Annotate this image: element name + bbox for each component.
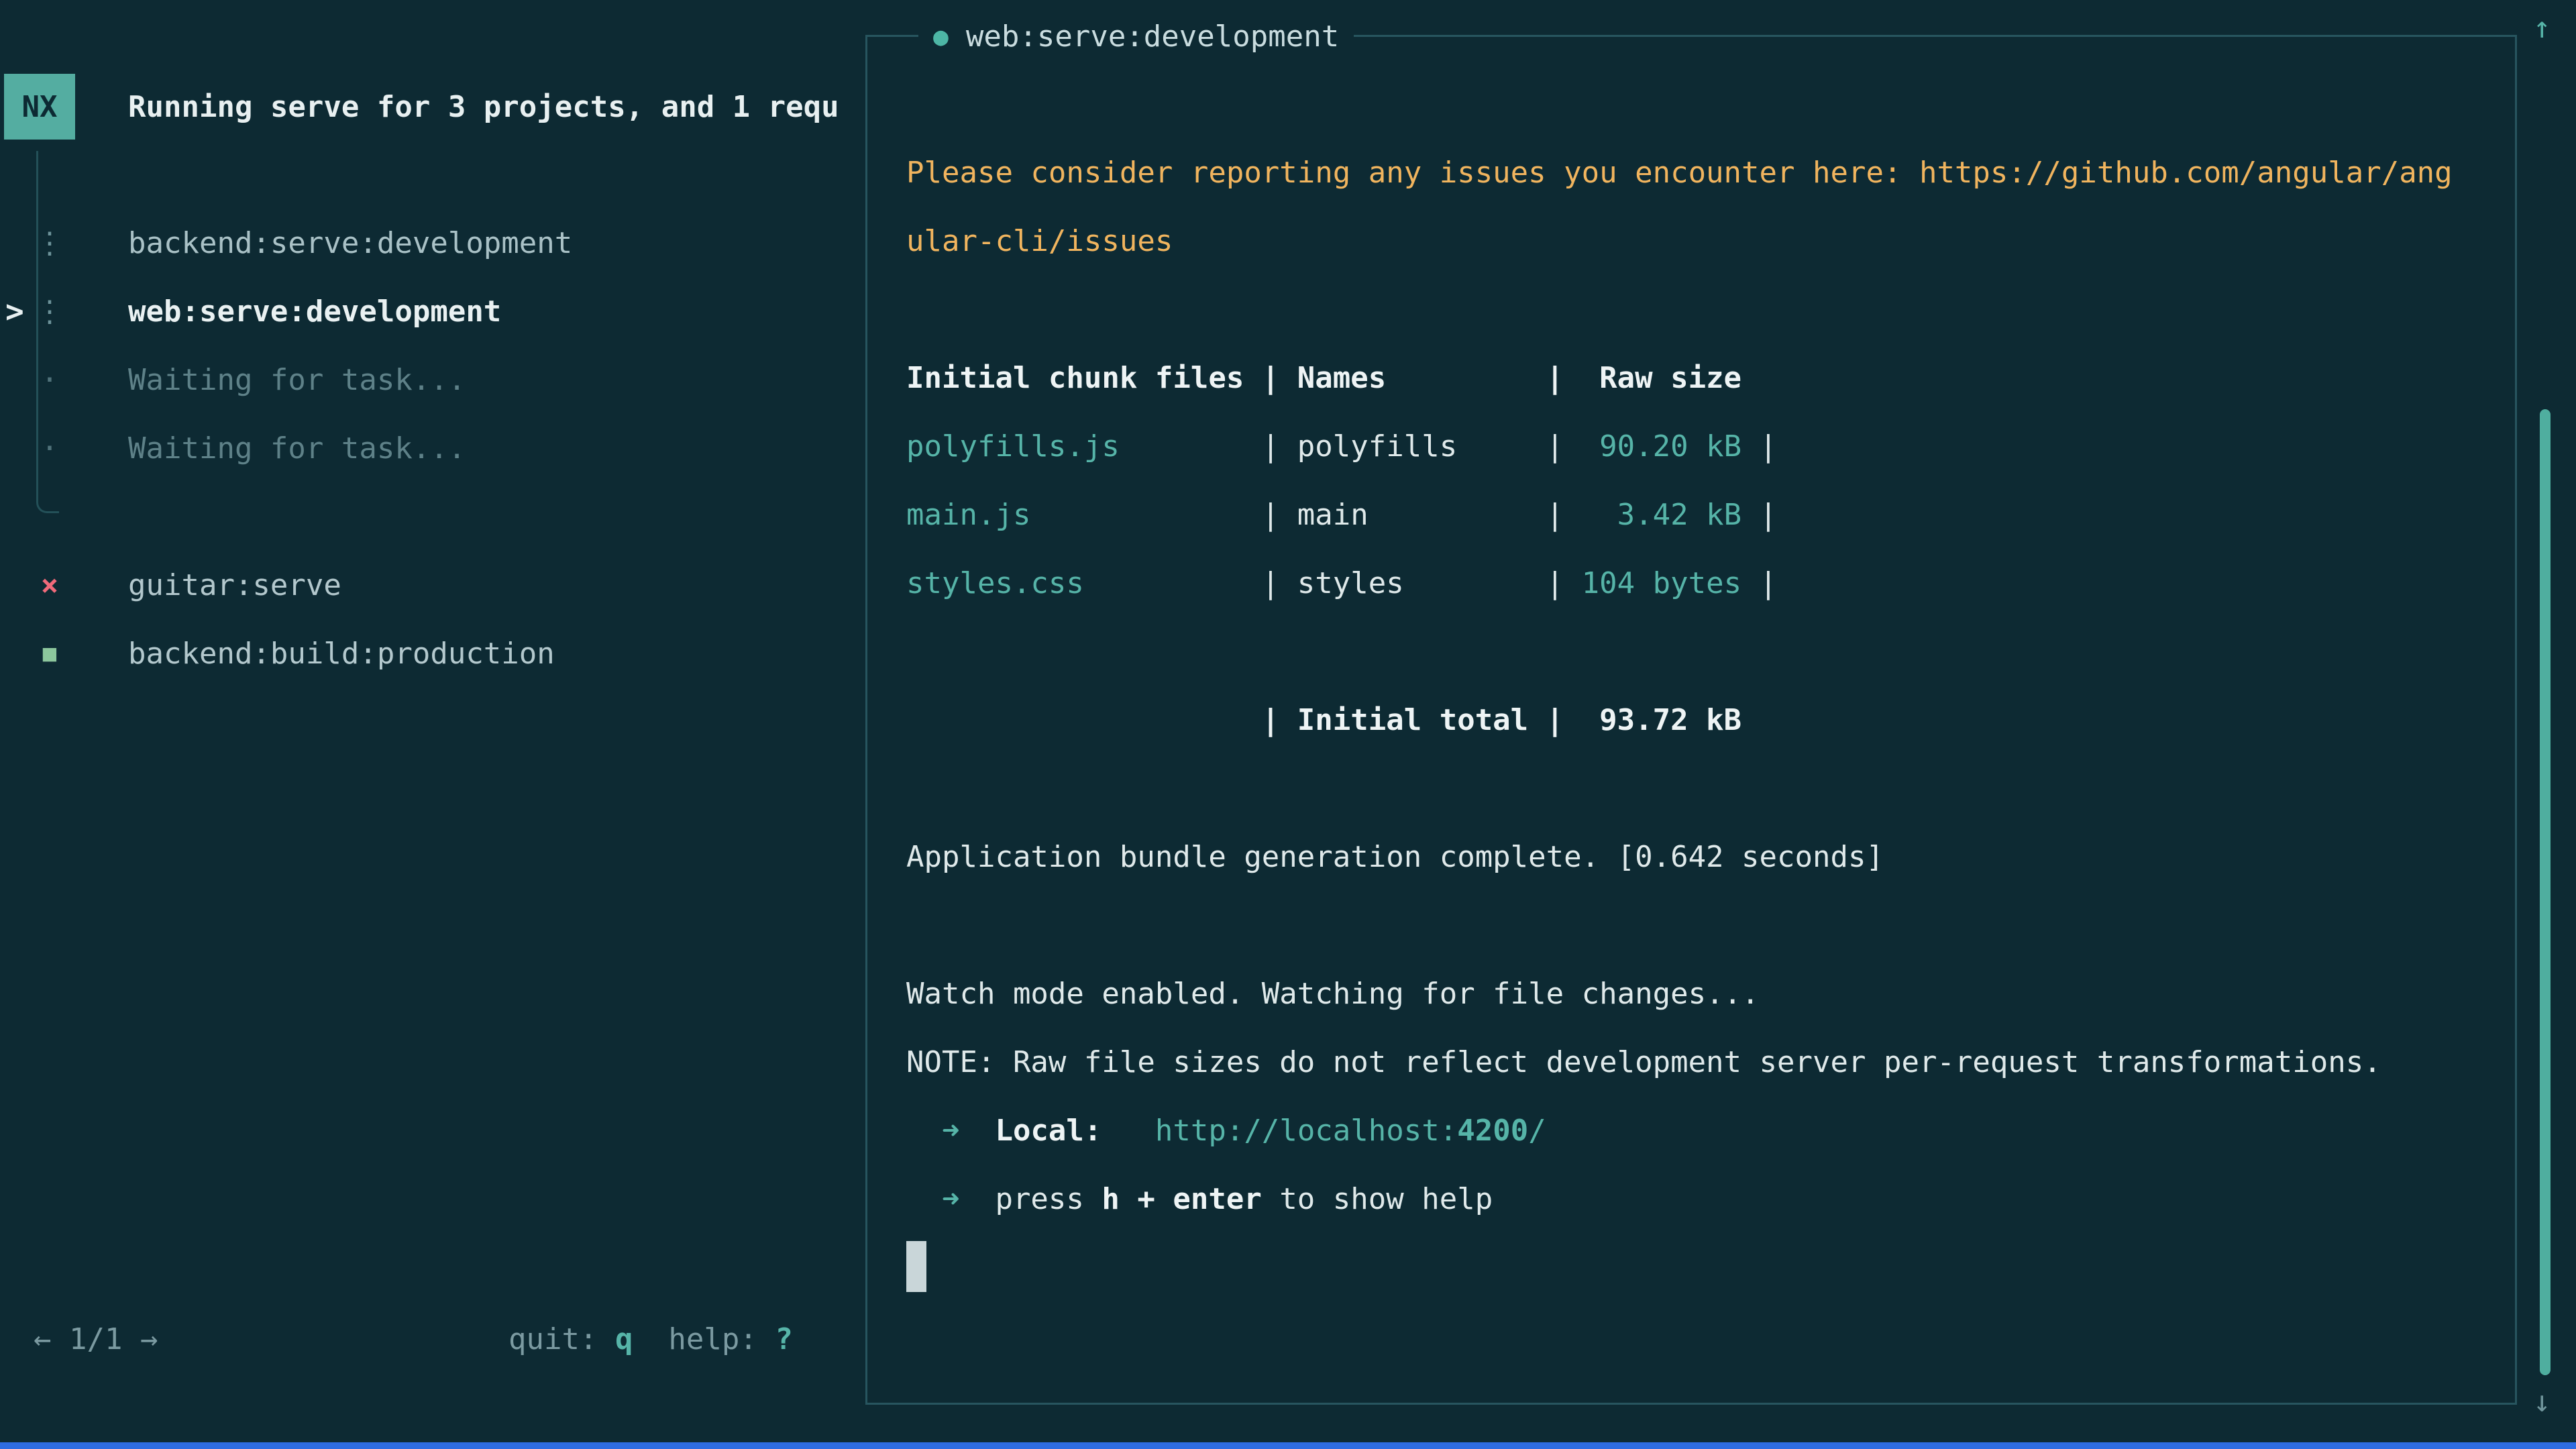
terminal-text: polyfills.js bbox=[906, 429, 1120, 464]
arrow-right-icon: ➜ bbox=[906, 1182, 995, 1216]
terminal-output[interactable]: Please consider reporting any issues you… bbox=[906, 70, 2453, 1302]
task-list: ⋮ backend:serve:development > ⋮ web:serve:de… bbox=[0, 209, 859, 482]
terminal-text: | bbox=[1084, 566, 1297, 600]
task-item-backend-build-production[interactable]: ■ backend:build:production bbox=[0, 619, 859, 688]
task-label: backend:serve:development bbox=[128, 226, 572, 260]
task-label: backend:build:production bbox=[128, 637, 555, 671]
task-label: Waiting for task... bbox=[128, 431, 466, 466]
terminal-line bbox=[906, 1234, 2453, 1302]
task-label: web:serve:development bbox=[128, 294, 501, 329]
terminal-text: 3.42 kB bbox=[1582, 498, 1741, 532]
scrollbar-thumb[interactable] bbox=[2540, 409, 2551, 1375]
terminal-text: styles.css bbox=[906, 566, 1084, 600]
terminal-text: main.js bbox=[906, 498, 1030, 532]
terminal-text: 104 bytes bbox=[1582, 566, 1741, 600]
terminal-line: ➜ Local: http://localhost:4200/ bbox=[906, 1097, 2453, 1165]
terminal-line: Initial chunk files | Names | Raw size bbox=[906, 344, 2453, 413]
terminal-text: | bbox=[1404, 566, 1582, 600]
terminal-line: polyfills.js | polyfills | 90.20 kB | bbox=[906, 413, 2453, 481]
terminal-text: Watch mode enabled. Watching for file ch… bbox=[906, 977, 1760, 1011]
localhost-link[interactable]: 4200 bbox=[1457, 1114, 1528, 1148]
terminal-text: | bbox=[1120, 429, 1297, 464]
task-item-waiting-for-task-[interactable]: · Waiting for task... bbox=[0, 414, 859, 482]
terminal-line: Application bundle generation complete. … bbox=[906, 823, 2453, 892]
localhost-link[interactable]: http://localhost: bbox=[1155, 1114, 1457, 1148]
dot-icon: · bbox=[35, 431, 64, 466]
dot-icon: · bbox=[35, 363, 64, 397]
terminal-text: | bbox=[1741, 498, 1777, 532]
terminal-text: | Initial total | 93.72 kB bbox=[906, 703, 1741, 737]
selected-task-chevron: > bbox=[5, 293, 24, 329]
status-dot-icon: ● bbox=[933, 21, 949, 51]
sidebar-title: Running serve for 3 projects, and 1 requ bbox=[128, 74, 863, 140]
terminal-text: Please consider reporting any issues you… bbox=[906, 156, 1919, 190]
terminal-line bbox=[906, 755, 2453, 823]
terminal-text: | bbox=[1741, 429, 1777, 464]
pagination-next-button[interactable]: → bbox=[140, 1322, 158, 1356]
terminal-text: Local: bbox=[995, 1114, 1102, 1148]
square-icon: ■ bbox=[35, 640, 64, 667]
terminal-title-text: web:serve:development bbox=[966, 19, 1339, 54]
terminal-line bbox=[906, 892, 2453, 960]
terminal-panel-title: ● web:serve:development bbox=[918, 15, 1354, 58]
terminal-line bbox=[906, 618, 2453, 686]
terminal-line: Watch mode enabled. Watching for file ch… bbox=[906, 960, 2453, 1028]
terminal-line: styles.css | styles | 104 bytes | bbox=[906, 549, 2453, 618]
spinner-icon: ⋮ bbox=[35, 294, 64, 329]
terminal-text: | bbox=[1368, 498, 1582, 532]
terminal-text: 90.20 kB bbox=[1582, 429, 1741, 464]
nx-tui-screen: NX Running serve for 3 projects, and 1 r… bbox=[0, 0, 2576, 1449]
pagination-label bbox=[122, 1322, 140, 1356]
stopped-task-list: × guitar:serve ■ backend:build:production bbox=[0, 551, 859, 688]
terminal-text bbox=[1102, 1114, 1155, 1148]
github-issues-link[interactable]: ular-cli/issues bbox=[906, 224, 1173, 258]
keyboard-shortcuts: quit: q help: ? bbox=[508, 1316, 793, 1362]
bottom-edge-strip bbox=[0, 1442, 2576, 1449]
terminal-line: | Initial total | 93.72 kB bbox=[906, 686, 2453, 755]
pagination-label: 1/1 bbox=[69, 1322, 122, 1356]
arrow-right-icon: ➜ bbox=[906, 1114, 995, 1148]
localhost-link[interactable]: / bbox=[1528, 1114, 1546, 1148]
terminal-line: NOTE: Raw file sizes do not reflect deve… bbox=[906, 1028, 2453, 1097]
shortcut-label: quit: bbox=[508, 1322, 615, 1356]
terminal-line: ➜ press h + enter to show help bbox=[906, 1165, 2453, 1234]
cross-icon: × bbox=[35, 568, 64, 602]
pagination-label bbox=[52, 1322, 70, 1356]
task-label: Waiting for task... bbox=[128, 363, 466, 397]
terminal-text: polyfills bbox=[1297, 429, 1457, 464]
terminal-text: | bbox=[1741, 566, 1777, 600]
scrollbar-up-icon[interactable]: ↑ bbox=[2533, 11, 2551, 45]
task-item-guitar-serve[interactable]: × guitar:serve bbox=[0, 551, 859, 619]
shortcut-label: help: bbox=[633, 1322, 775, 1356]
shortcut-key: ? bbox=[775, 1322, 793, 1356]
terminal-text: main bbox=[1297, 498, 1368, 532]
terminal-line: main.js | main | 3.42 kB | bbox=[906, 481, 2453, 549]
terminal-text: h + enter bbox=[1102, 1182, 1261, 1216]
terminal-cursor bbox=[906, 1241, 926, 1292]
terminal-line bbox=[906, 70, 2453, 139]
scrollbar-down-icon[interactable]: ↓ bbox=[2533, 1385, 2551, 1419]
terminal-text: NOTE: Raw file sizes do not reflect deve… bbox=[906, 1045, 2381, 1079]
terminal-panel: ●web:serve:development Please consider r… bbox=[865, 35, 2517, 1405]
terminal-text: Initial chunk files | Names | Raw size bbox=[906, 361, 1741, 395]
nx-logo: NX bbox=[4, 74, 75, 140]
task-item-backend-serve-development[interactable]: ⋮ backend:serve:development bbox=[0, 209, 859, 277]
terminal-line bbox=[906, 276, 2453, 344]
spinner-icon: ⋮ bbox=[35, 226, 64, 260]
terminal-text: press bbox=[995, 1182, 1102, 1216]
task-item-web-serve-development[interactable]: > ⋮ web:serve:development bbox=[0, 277, 859, 345]
pagination-prev-button[interactable]: ← bbox=[34, 1322, 52, 1356]
shortcut-key: q bbox=[615, 1322, 633, 1356]
terminal-text: | bbox=[1030, 498, 1297, 532]
terminal-line: ular-cli/issues bbox=[906, 207, 2453, 276]
terminal-line: Please consider reporting any issues you… bbox=[906, 139, 2453, 207]
pagination: ← 1/1 → bbox=[34, 1316, 158, 1362]
terminal-text: Application bundle generation complete. … bbox=[906, 840, 1884, 874]
github-issues-link[interactable]: https://github.com/angular/ang bbox=[1919, 156, 2453, 190]
terminal-text: | bbox=[1457, 429, 1581, 464]
terminal-text: to show help bbox=[1262, 1182, 1493, 1216]
task-label: guitar:serve bbox=[128, 568, 341, 602]
task-item-waiting-for-task-[interactable]: · Waiting for task... bbox=[0, 345, 859, 414]
terminal-text: styles bbox=[1297, 566, 1404, 600]
